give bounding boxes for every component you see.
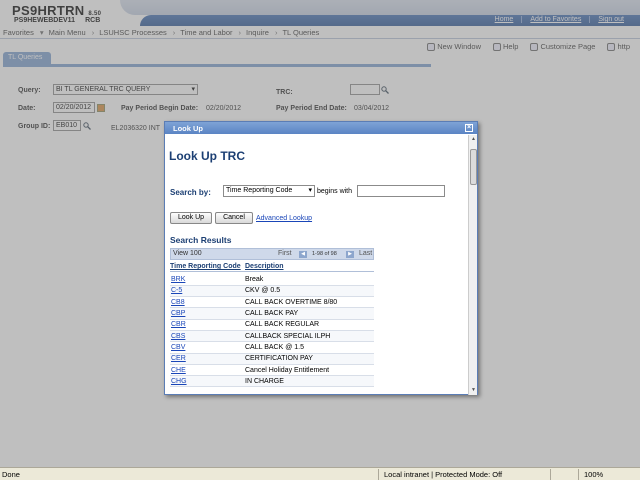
begins-with-label: begins with <box>317 188 353 195</box>
status-divider <box>550 469 551 480</box>
row-code-link[interactable]: CBS <box>170 330 244 343</box>
row-code-link[interactable]: CHG <box>170 375 244 388</box>
results-grid-header: View 100 First ◀ 1-98 of 98 ▶ Last <box>170 248 374 260</box>
table-row: CBS CALLBACK SPECIAL ILPH <box>170 330 374 343</box>
row-description: CALLBACK SPECIAL ILPH <box>244 330 374 343</box>
row-description: CALL BACK OVERTIME 8/80 <box>244 296 374 309</box>
row-description: CALL BACK REGULAR <box>244 319 374 331</box>
search-value-input[interactable] <box>357 185 445 197</box>
row-code-link[interactable]: CBP <box>170 307 244 320</box>
row-description: CKV @ 0.5 <box>244 285 374 298</box>
status-divider <box>378 469 379 480</box>
row-code-link[interactable]: CHE <box>170 364 244 377</box>
security-zone: Local intranet | Protected Mode: Off <box>384 470 503 479</box>
table-row: C-5 CKV @ 0.5 <box>170 285 374 298</box>
table-row: BRK Break <box>170 274 374 286</box>
results-count: 1-98 of 98 <box>312 251 337 257</box>
col-header-code[interactable]: Time Reporting Code <box>170 263 241 270</box>
row-code-link[interactable]: CB8 <box>170 296 244 309</box>
table-row: CB8 CALL BACK OVERTIME 8/80 <box>170 296 374 309</box>
status-bar: Done Local intranet | Protected Mode: Of… <box>0 467 640 480</box>
status-text: Done <box>2 470 20 479</box>
row-code-link[interactable]: CBR <box>170 319 244 331</box>
col-header-description[interactable]: Description <box>245 263 284 270</box>
table-row: CER CERTIFICATION PAY <box>170 353 374 365</box>
table-row: CBV CALL BACK @ 1.5 <box>170 341 374 354</box>
lookup-body: Look Up TRC Search by: Time Reporting Co… <box>165 134 469 394</box>
status-divider <box>578 469 579 480</box>
table-row: CBP CALL BACK PAY <box>170 307 374 320</box>
row-code-link[interactable]: C-5 <box>170 285 244 298</box>
lookup-dialog: Look Up × Look Up TRC Search by: Time Re… <box>164 121 478 395</box>
table-row: CHG IN CHARGE <box>170 375 374 388</box>
row-code-link[interactable]: CER <box>170 353 244 365</box>
row-description: CALL BACK @ 1.5 <box>244 341 374 354</box>
first-label: First <box>278 250 292 257</box>
row-description: CERTIFICATION PAY <box>244 353 374 365</box>
row-code-link[interactable]: BRK <box>170 274 244 286</box>
results-table: BRK Break C-5 CKV @ 0.5 CB8 CALL BACK OVERT… <box>170 274 374 388</box>
table-row: CHE Cancel Holiday Entitlement <box>170 364 374 377</box>
close-icon[interactable]: × <box>465 124 473 132</box>
search-by-select[interactable]: Time Reporting Code <box>223 185 315 197</box>
lookup-dialog-title: Look Up <box>173 124 203 133</box>
row-description: CALL BACK PAY <box>244 307 374 320</box>
advanced-lookup-link[interactable]: Advanced Lookup <box>256 215 312 222</box>
row-description: IN CHARGE <box>244 375 374 388</box>
prev-page-icon[interactable]: ◀ <box>299 251 307 258</box>
next-page-icon[interactable]: ▶ <box>346 251 354 258</box>
row-description: Cancel Holiday Entitlement <box>244 364 374 377</box>
table-row: CBR CALL BACK REGULAR <box>170 319 374 331</box>
lookup-heading: Look Up TRC <box>169 149 245 163</box>
cancel-button[interactable]: Cancel <box>215 212 253 224</box>
scrollbar-thumb[interactable] <box>470 149 477 185</box>
scroll-up-icon[interactable]: ▲ <box>470 136 477 143</box>
view-100-link[interactable]: View 100 <box>173 250 202 257</box>
search-by-label: Search by: <box>170 188 211 197</box>
row-code-link[interactable]: CBV <box>170 341 244 354</box>
lookup-dialog-titlebar: Look Up × <box>165 122 477 134</box>
last-label: Last <box>359 250 373 257</box>
zoom-level[interactable]: 100% <box>584 470 603 479</box>
scroll-down-icon[interactable]: ▼ <box>470 387 477 394</box>
results-column-headers: Time Reporting Code Description <box>170 262 374 272</box>
lookup-button[interactable]: Look Up <box>170 212 212 224</box>
row-description: Break <box>244 274 374 286</box>
search-results-title: Search Results <box>170 235 232 245</box>
dialog-scrollbar[interactable]: ▲ ▼ <box>468 135 477 395</box>
